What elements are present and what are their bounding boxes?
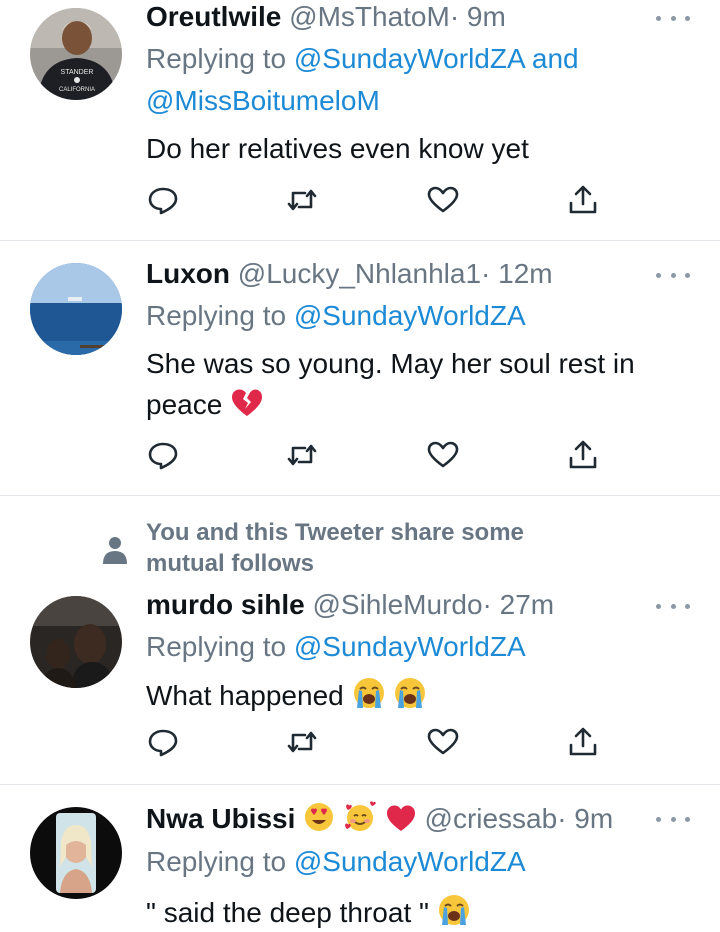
retweet-icon[interactable] <box>285 439 319 471</box>
tweet-text-line1: She was so young. May her soul rest in <box>146 348 635 379</box>
person-icon <box>100 534 130 566</box>
display-name[interactable]: Nwa Ubissi <box>146 803 295 834</box>
tweet-text-words: " said the deep throat " <box>146 897 429 928</box>
reply-context: Replying to @SundayWorldZA <box>146 299 526 333</box>
share-icon[interactable] <box>566 726 600 758</box>
more-options-icon[interactable] <box>656 598 690 614</box>
display-name[interactable]: Oreutlwile <box>146 1 281 32</box>
mention-link[interactable]: @SundayWorldZA <box>294 43 524 74</box>
avatar[interactable] <box>30 596 122 688</box>
like-icon[interactable] <box>426 439 460 471</box>
mention-and[interactable]: and <box>532 43 579 74</box>
more-options-icon[interactable] <box>656 811 690 827</box>
avatar-shirt-text-1: STANDER <box>61 69 94 76</box>
loudly-crying-face-icon <box>393 676 427 710</box>
retweet-icon[interactable] <box>285 184 319 216</box>
broken-heart-icon <box>230 387 264 419</box>
tweet-header: Nwa Ubissi @criessab· 9m <box>146 801 613 836</box>
tweet-oreutlwile[interactable]: STANDER CALIFORNIA Oreutlwile @MsThatoM·… <box>0 0 720 240</box>
share-icon[interactable] <box>566 184 600 216</box>
handle[interactable]: @MsThatoM <box>289 1 450 32</box>
handle[interactable]: @SihleMurdo <box>312 589 482 620</box>
tweet-text-word: peace <box>146 389 223 420</box>
tweet-luxon[interactable]: Luxon @Lucky_Nhlanhla1· 12m Replying to … <box>0 241 720 495</box>
mention-link[interactable]: @SundayWorldZA <box>294 631 526 662</box>
reply-context: Replying to @SundayWorldZA and <box>146 42 579 76</box>
tweet-actions <box>146 184 606 216</box>
tweet-header: Luxon @Lucky_Nhlanhla1· 12m <box>146 257 553 291</box>
tweet-header: murdo sihle @SihleMurdo· 27m <box>146 588 554 622</box>
mention-link[interactable]: @SundayWorldZA <box>294 300 526 331</box>
reply-prefix: Replying to <box>146 846 287 877</box>
smiling-face-with-hearts-icon <box>343 801 377 833</box>
social-context-line1: You and this Tweeter share some <box>146 519 524 546</box>
handle[interactable]: @criessab <box>425 803 558 834</box>
avatar[interactable]: STANDER CALIFORNIA <box>30 8 122 100</box>
like-icon[interactable] <box>426 184 460 216</box>
handle[interactable]: @Lucky_Nhlanhla1 <box>238 258 481 289</box>
tweet-nwa-ubissi[interactable]: Nwa Ubissi @criessab· 9m Replying to @Su… <box>0 785 720 932</box>
loudly-crying-face-icon <box>437 893 471 927</box>
mention-link[interactable]: @MissBoitumeloM <box>146 85 380 116</box>
avatar-shirt-text-2: CALIFORNIA <box>59 87 95 93</box>
share-icon[interactable] <box>566 439 600 471</box>
reply-prefix: Replying to <box>146 300 287 331</box>
tweet-murdo-sihle[interactable]: You and this Tweeter share some mutual f… <box>0 496 720 784</box>
tweet-text: " said the deep throat " <box>146 893 471 930</box>
red-heart-icon <box>385 803 417 833</box>
reply-icon[interactable] <box>146 439 180 471</box>
tweet-text: Do her relatives even know yet <box>146 133 529 164</box>
more-options-icon[interactable] <box>656 267 690 283</box>
display-name[interactable]: Luxon <box>146 258 230 289</box>
timestamp[interactable]: · 9m <box>450 1 506 32</box>
social-context-line2: mutual follows <box>146 550 314 577</box>
avatar[interactable] <box>30 807 122 899</box>
more-options-icon[interactable] <box>656 10 690 26</box>
tweet-actions <box>146 439 606 471</box>
reply-context: Replying to @SundayWorldZA <box>146 845 526 879</box>
tweet-text: What happened <box>146 676 427 713</box>
avatar[interactable] <box>30 263 122 355</box>
retweet-icon[interactable] <box>285 726 319 758</box>
display-name[interactable]: murdo sihle <box>146 589 305 620</box>
loudly-crying-face-icon <box>352 676 386 710</box>
smiling-face-with-heart-eyes-icon <box>303 801 335 833</box>
tweet-text-words: What happened <box>146 680 344 711</box>
reply-context: Replying to @SundayWorldZA <box>146 630 526 664</box>
mention-link[interactable]: @SundayWorldZA <box>294 846 526 877</box>
reply-prefix: Replying to <box>146 631 287 662</box>
reply-icon[interactable] <box>146 726 180 758</box>
timestamp[interactable]: · 27m <box>483 589 555 620</box>
tweet-actions <box>146 726 606 758</box>
reply-prefix: Replying to <box>146 43 287 74</box>
reply-context-line2: @MissBoitumeloM <box>146 84 380 118</box>
like-icon[interactable] <box>426 726 460 758</box>
tweet-text-line2: peace <box>146 387 264 422</box>
timestamp[interactable]: · 9m <box>557 803 613 834</box>
reply-icon[interactable] <box>146 184 180 216</box>
tweet-header: Oreutlwile @MsThatoM· 9m <box>146 0 506 34</box>
timestamp[interactable]: · 12m <box>481 258 553 289</box>
